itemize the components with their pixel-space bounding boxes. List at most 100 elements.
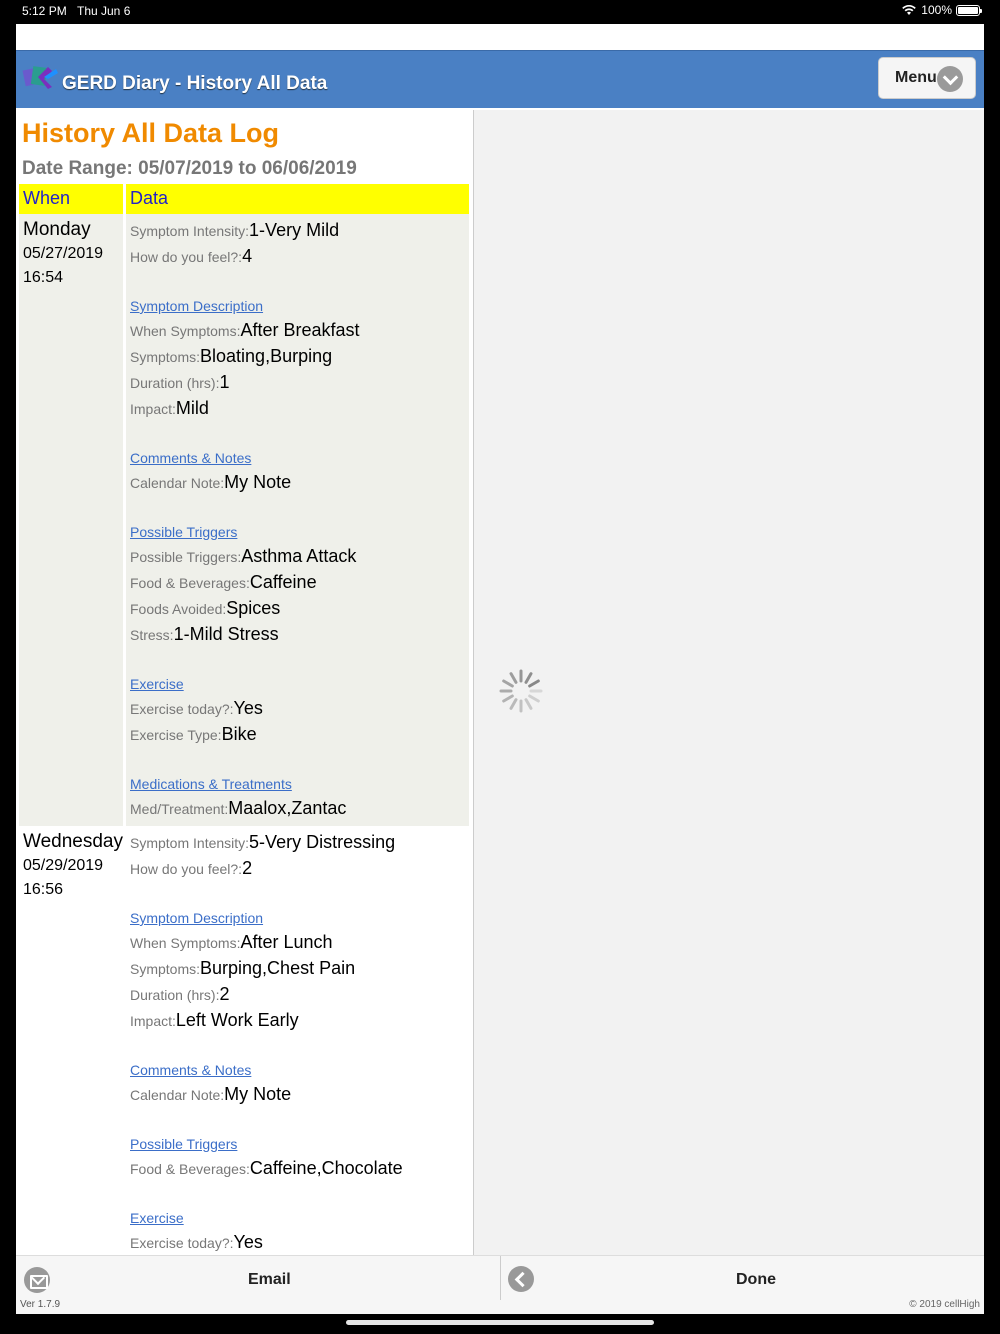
entry-day: Monday (23, 219, 91, 240)
section-link[interactable]: Medications & Treatments (130, 772, 469, 796)
toolbar-divider (500, 1256, 501, 1300)
field-value: Burping,Chest Pain (200, 958, 356, 978)
field-line: Impact:Left Work Early (130, 1008, 469, 1034)
column-header-data: Data (126, 184, 469, 214)
email-button[interactable]: Email (248, 1271, 291, 1289)
entry-time: 16:54 (23, 269, 64, 286)
version-label: Ver 1.7.9 (20, 1299, 61, 1310)
column-header-when: When (19, 184, 123, 214)
home-indicator[interactable] (346, 1320, 654, 1325)
field-label: When Symptoms: (130, 935, 241, 951)
field-label: Possible Triggers: (130, 549, 242, 565)
page-title: History All Data Log (22, 118, 280, 148)
field-line: Duration (hrs):1 (130, 370, 469, 396)
section-link[interactable]: Exercise (130, 672, 469, 696)
field-label: Food & Beverages: (130, 1161, 250, 1177)
field-value: 2 (242, 858, 253, 878)
email-icon[interactable] (24, 1267, 50, 1293)
field-line: Food & Beverages:Caffeine (130, 570, 469, 596)
section-link[interactable]: Comments & Notes (130, 446, 469, 470)
field-line: Symptoms:Bloating,Burping (130, 344, 469, 370)
battery-percent: 100% (921, 3, 952, 17)
app-title: GERD Diary - History All Data (62, 73, 328, 94)
data-cell: Symptom Intensity:5-Very Distressing How … (126, 826, 469, 1255)
field-label: Med/Treatment: (130, 801, 229, 817)
back-arrow-icon[interactable] (508, 1266, 534, 1292)
entry-day: Wednesday (23, 831, 123, 852)
field-line: Impact:Mild (130, 396, 469, 422)
field-label: Food & Beverages: (130, 575, 250, 591)
field-label: Duration (hrs): (130, 987, 220, 1003)
section-link[interactable]: Possible Triggers (130, 520, 469, 544)
table-row: Wednesday 05/29/2019 16:56 Symptom Intensit… (19, 826, 469, 1255)
field-line: Foods Avoided:Spices (130, 596, 469, 622)
field-value: After Lunch (240, 932, 333, 952)
field-value: Bloating,Burping (200, 346, 333, 366)
menu-button[interactable]: Menu (878, 57, 976, 99)
field-label: Exercise Type: (130, 727, 222, 743)
field-value: Mild (175, 398, 209, 418)
field-label: Exercise today?: (130, 1235, 234, 1251)
when-cell: Wednesday 05/29/2019 16:56 (19, 826, 123, 1255)
section-link[interactable]: Symptom Description (130, 906, 469, 930)
date-range: Date Range: 05/07/2019 to 06/06/2019 (22, 158, 357, 179)
field-label: Stress: (130, 627, 174, 643)
app-logo-icon (22, 66, 58, 89)
field-line: Med/Treatment:Maalox,Zantac (130, 796, 469, 822)
field-line: When Symptoms:After Lunch (130, 930, 469, 956)
field-label: How do you feel?: (130, 861, 243, 877)
status-date: Thu Jun 6 (77, 4, 131, 18)
field-line: When Symptoms:After Breakfast (130, 318, 469, 344)
field-line: Exercise today?:Yes (130, 696, 469, 722)
field-line: How do you feel?:2 (130, 856, 469, 882)
history-panel[interactable]: History All Data Log Date Range: 05/07/2… (16, 110, 474, 1255)
field-line: Calendar Note:My Note (130, 1082, 469, 1108)
data-cell: Symptom Intensity:1-Very Mild How do you … (126, 214, 469, 826)
field-line: Calendar Note:My Note (130, 470, 469, 496)
field-label: Exercise today?: (130, 701, 234, 717)
history-table: When Data Monday 05/27/2019 16:54 Symptom I… (19, 184, 469, 1255)
section-link[interactable]: Possible Triggers (130, 1132, 469, 1156)
field-value: My Note (224, 472, 292, 492)
field-value: Caffeine (249, 572, 317, 592)
table-header: When Data (19, 184, 469, 214)
field-label: Symptoms: (130, 961, 201, 977)
field-line: Possible Triggers:Asthma Attack (130, 544, 469, 570)
field-line: Exercise Type:Bike (130, 722, 469, 748)
field-line: Food & Beverages:Caffeine,Chocolate (130, 1156, 469, 1182)
field-value: Maalox,Zantac (228, 798, 347, 818)
field-label: Symptom Intensity: (130, 835, 250, 851)
done-button[interactable]: Done (736, 1271, 776, 1289)
field-label: Duration (hrs): (130, 375, 220, 391)
field-line: Stress:1-Mild Stress (130, 622, 469, 648)
menu-label: Menu (895, 69, 937, 86)
table-row: Monday 05/27/2019 16:54 Symptom Intensity:1… (19, 214, 469, 826)
section-link[interactable]: Exercise (130, 1206, 469, 1230)
field-value: After Breakfast (240, 320, 360, 340)
chevron-down-icon (937, 66, 963, 92)
entry-time: 16:56 (23, 881, 64, 898)
detail-panel (474, 110, 984, 1255)
field-value: 1 (219, 372, 230, 392)
field-value: Yes (233, 698, 263, 718)
field-label: Calendar Note: (130, 475, 225, 491)
field-line: Symptom Intensity:1-Very Mild (130, 218, 469, 244)
entry-date: 05/29/2019 (23, 857, 104, 874)
field-label: Symptom Intensity: (130, 223, 250, 239)
field-value: 4 (242, 246, 253, 266)
app-header: GERD Diary - History All Data Menu (16, 50, 984, 108)
field-label: Foods Avoided: (130, 601, 227, 617)
field-value: Left Work Early (175, 1010, 299, 1030)
field-value: My Note (224, 1084, 292, 1104)
copyright-label: © 2019 cellHigh (909, 1299, 980, 1310)
field-label: Calendar Note: (130, 1087, 225, 1103)
section-link[interactable]: Symptom Description (130, 294, 469, 318)
loading-spinner-icon (499, 669, 543, 713)
field-label: When Symptoms: (130, 323, 241, 339)
field-label: Impact: (130, 401, 176, 417)
field-value: Bike (221, 724, 257, 744)
status-time: 5:12 PM (22, 4, 67, 18)
field-value: Spices (226, 598, 281, 618)
field-value: 1-Very Mild (249, 220, 340, 240)
section-link[interactable]: Comments & Notes (130, 1058, 469, 1082)
